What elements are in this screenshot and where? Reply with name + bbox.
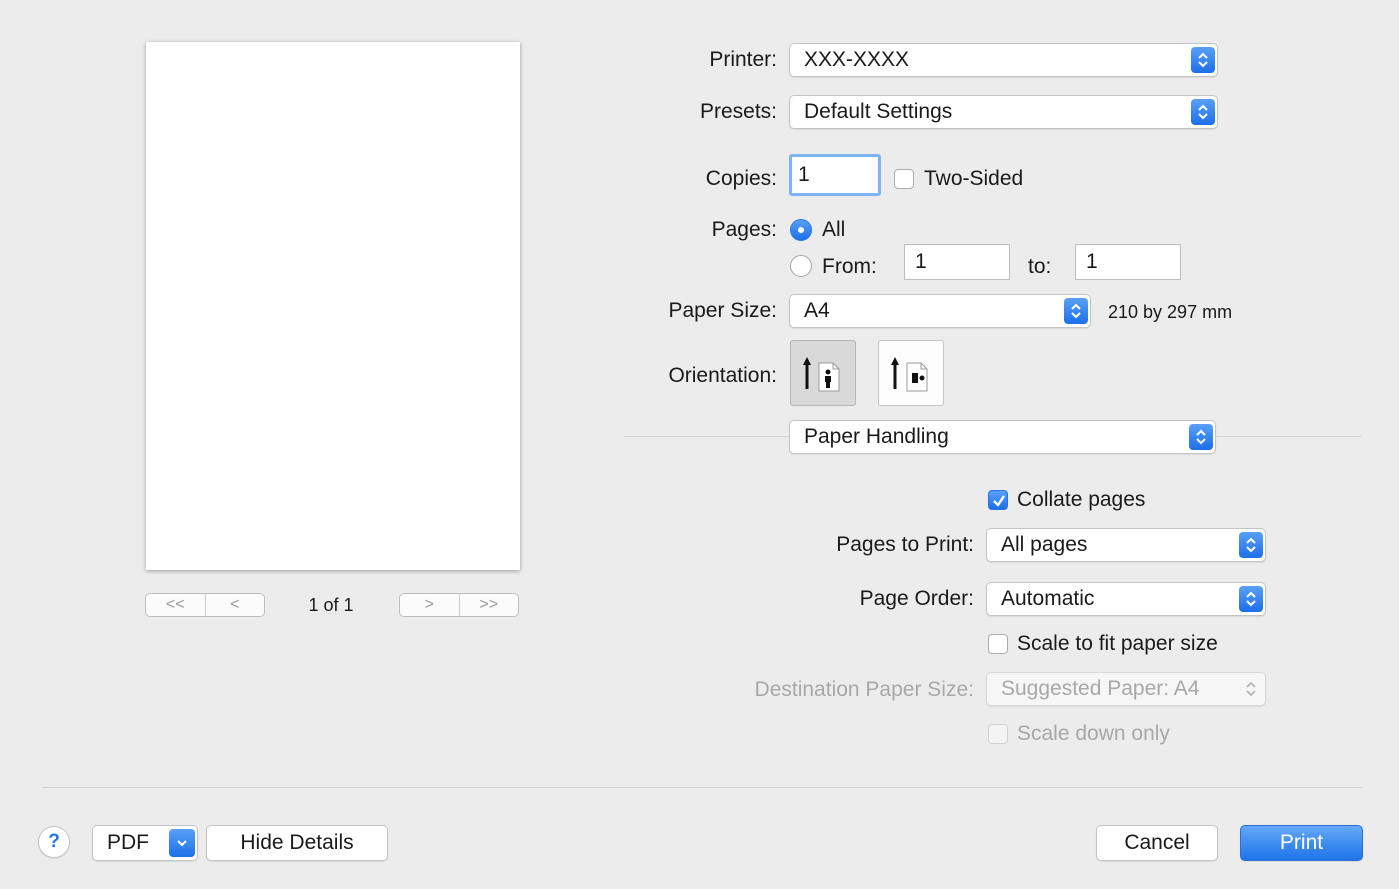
two-sided-checkbox[interactable] (894, 169, 914, 189)
last-page-button[interactable]: >> (458, 594, 519, 616)
section-value: Paper Handling (804, 425, 949, 448)
paper-dimensions: 210 by 297 mm (1108, 302, 1233, 322)
checkmark-icon (993, 495, 1005, 507)
updown-arrows-icon (1064, 298, 1088, 324)
landscape-orientation-button[interactable] (878, 340, 944, 406)
question-mark-icon: ? (48, 831, 60, 852)
page-order-popup[interactable]: Automatic (986, 582, 1266, 616)
pages-to-print-label: Pages to Print: (836, 533, 974, 556)
pages-label: Pages: (711, 218, 777, 241)
pages-all-radio[interactable] (790, 219, 812, 241)
collate-pages-checkbox[interactable] (988, 490, 1008, 510)
help-button[interactable]: ? (38, 826, 70, 858)
printer-label: Printer: (709, 48, 777, 71)
pager-back-group: << < (145, 593, 265, 617)
collate-pages-label: Collate pages (1017, 488, 1146, 511)
scale-down-only-checkbox[interactable] (988, 724, 1008, 744)
scale-to-fit-label: Scale to fit paper size (1017, 632, 1218, 655)
pdf-menu-button[interactable]: PDF (92, 825, 198, 861)
pages-to-label: to: (1028, 255, 1052, 278)
updown-arrows-icon (1239, 586, 1263, 612)
portrait-orientation-button[interactable] (790, 340, 856, 406)
print-button[interactable]: Print (1240, 825, 1363, 861)
pages-to-input[interactable]: 1 (1075, 244, 1181, 280)
page-order-label: Page Order: (859, 587, 974, 610)
presets-popup[interactable]: Default Settings (789, 95, 1218, 129)
destination-paper-size-label: Destination Paper Size: (754, 678, 974, 701)
cancel-button[interactable]: Cancel (1096, 825, 1218, 861)
pages-from-input[interactable]: 1 (904, 244, 1010, 280)
destination-paper-size-value: Suggested Paper: A4 (1001, 677, 1200, 700)
paper-size-popup[interactable]: A4 (789, 294, 1091, 328)
printer-popup[interactable]: XXX-XXXX (789, 43, 1218, 77)
updown-arrows-icon (1191, 47, 1215, 73)
chevron-down-icon (169, 829, 195, 857)
copies-input[interactable]: 1 (789, 154, 881, 196)
footer-separator (42, 787, 1362, 788)
two-sided-label: Two-Sided (924, 167, 1024, 190)
portrait-icon (803, 357, 840, 392)
copies-label: Copies: (705, 167, 777, 190)
landscape-icon (891, 357, 928, 392)
scale-down-only-label: Scale down only (1017, 722, 1170, 745)
printer-value: XXX-XXXX (804, 48, 910, 71)
page-order-value: Automatic (1001, 587, 1095, 610)
orientation-label: Orientation: (668, 364, 777, 387)
page-preview (146, 42, 520, 570)
updown-arrows-icon (1239, 532, 1263, 558)
pdf-label: PDF (107, 831, 149, 854)
pages-from-label: From: (822, 255, 877, 278)
section-popup[interactable]: Paper Handling (789, 420, 1216, 454)
next-page-button[interactable]: > (400, 594, 459, 616)
updown-arrows-icon (1191, 99, 1215, 125)
presets-value: Default Settings (804, 100, 953, 123)
page-count: 1 of 1 (308, 595, 354, 615)
paper-size-label: Paper Size: (668, 299, 777, 322)
pages-to-print-popup[interactable]: All pages (986, 528, 1266, 562)
updown-arrows-icon (1189, 424, 1213, 450)
presets-label: Presets: (699, 100, 777, 123)
previous-page-button[interactable]: < (204, 594, 265, 616)
pages-from-radio[interactable] (790, 255, 812, 277)
destination-paper-size-popup[interactable]: Suggested Paper: A4 (986, 672, 1266, 706)
pager-forward-group: > >> (399, 593, 519, 617)
pages-all-label: All (822, 218, 846, 241)
updown-arrows-icon (1239, 676, 1263, 702)
hide-details-button[interactable]: Hide Details (206, 825, 388, 861)
paper-size-value: A4 (804, 299, 830, 322)
first-page-button[interactable]: << (146, 594, 205, 616)
pages-to-print-value: All pages (1001, 533, 1088, 556)
scale-to-fit-checkbox[interactable] (988, 634, 1008, 654)
